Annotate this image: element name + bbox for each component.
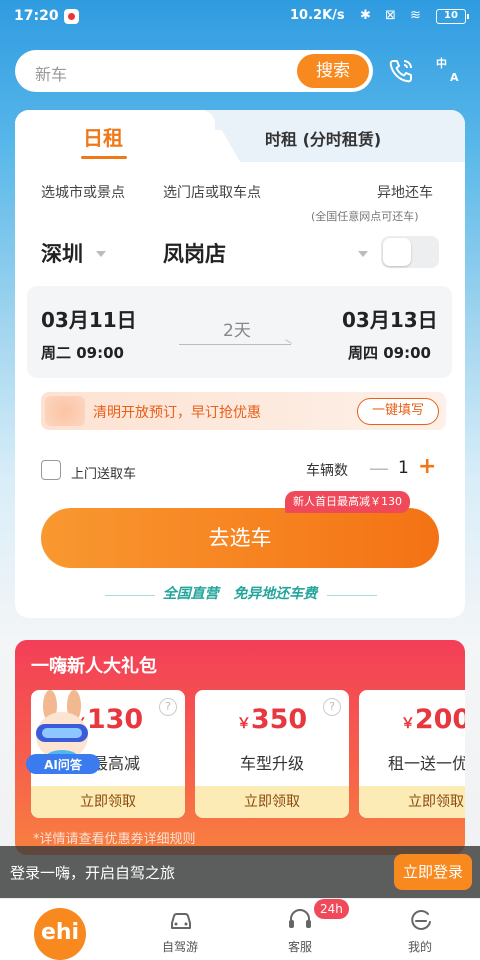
slogan-direct: 全国直营 — [162, 586, 219, 602]
notification-app-icon — [64, 9, 79, 24]
store-dropdown-icon[interactable] — [358, 251, 368, 257]
network-speed: 10.2K/s — [290, 8, 345, 23]
coupon-amount: ￥350 — [236, 704, 308, 735]
decrease-count-button[interactable]: — — [369, 456, 389, 480]
tab-daily-rent[interactable]: 日租 — [15, 110, 215, 162]
phone-icon[interactable] — [386, 56, 416, 86]
wifi-icon: ≋ — [410, 8, 421, 23]
slogan-divider — [327, 595, 377, 596]
increase-count-button[interactable]: + — [418, 454, 436, 479]
select-car-button[interactable]: 去选车 — [41, 508, 439, 568]
nav-item-profile[interactable]: 我的 — [360, 899, 480, 960]
battery-icon: 10 — [436, 9, 469, 24]
coupon-amount: ￥200 — [400, 704, 465, 735]
city-selector[interactable]: 深圳 — [41, 238, 83, 268]
newbie-discount-tag: 新人首日最高减￥130 — [285, 491, 410, 513]
car-count-value: 1 — [398, 458, 409, 478]
return-time[interactable]: 周四 09:00 — [348, 342, 431, 363]
gift-pack-title: 一嗨新人大礼包 — [31, 656, 157, 677]
service-slogan: 全国直营 免异地还车费 — [15, 583, 465, 603]
bluetooth-icon: ✱ — [360, 8, 371, 23]
toggle-knob — [383, 238, 411, 266]
pickup-date[interactable]: 03月11日 — [41, 304, 137, 333]
status-bar: 17:20 10.2K/s ✱ ⊠ ≋ 10 — [0, 0, 480, 34]
login-button[interactable]: 立即登录 — [394, 854, 472, 890]
login-banner: 登录一嗨，开启自驾之旅 立即登录 — [0, 846, 480, 898]
car-count-label: 车辆数 — [306, 463, 348, 479]
coupon-rules-note[interactable]: *详情请查看优惠券详细规则 — [33, 828, 196, 847]
service-24h-badge: 24h — [314, 899, 349, 919]
return-date[interactable]: 03月13日 — [342, 304, 438, 333]
nav-item-self-drive[interactable]: 自驾游 — [120, 899, 240, 960]
rental-date-selector[interactable]: 03月11日 周二 09:00 2天 03月13日 周四 09:00 — [27, 286, 452, 378]
ai-assistant-label: AI问答 — [44, 757, 83, 772]
search-input[interactable]: 新车 — [35, 61, 67, 85]
coupon-desc: 车型升级 — [239, 754, 304, 773]
tab-daily-label: 日租 — [83, 126, 123, 150]
city-dropdown-icon[interactable] — [96, 251, 106, 257]
claim-coupon-button[interactable]: 立即领取 — [359, 786, 465, 818]
car-icon — [171, 913, 191, 929]
nav-label: 自驾游 — [161, 940, 198, 954]
slogan-free-return: 免异地还车费 — [233, 586, 318, 602]
return-elsewhere-note: (全国任意网点可还车) — [311, 210, 419, 223]
profile-icon — [411, 909, 431, 930]
search-button[interactable]: 搜索 — [297, 54, 369, 88]
claim-coupon-button[interactable]: 立即领取 — [31, 786, 185, 818]
claim-coupon-button[interactable]: 立即领取 — [195, 786, 349, 818]
no-sim-icon: ⊠ — [385, 8, 396, 23]
duration-arrow-icon — [179, 344, 291, 345]
city-label: 选城市或景点 — [41, 185, 125, 201]
coupon-card[interactable]: ? ￥350 车型升级 立即领取 — [195, 690, 349, 818]
nav-label: 客服 — [287, 940, 312, 954]
home-logo-button[interactable]: ehi — [34, 908, 86, 960]
gift-icon — [45, 396, 85, 426]
rental-duration: 2天 — [223, 321, 251, 341]
login-prompt-text: 登录一嗨，开启自驾之旅 — [10, 864, 176, 882]
tab-hourly-rent[interactable]: 时租 (分时租赁) — [265, 126, 381, 150]
search-bar[interactable]: 新车 搜索 — [15, 50, 373, 92]
headset-icon — [289, 909, 311, 928]
status-time: 17:20 — [14, 8, 59, 24]
door-service-checkbox[interactable] — [41, 460, 61, 480]
store-selector[interactable]: 凤岗店 — [163, 238, 226, 268]
coupon-desc: 租一送一优惠 — [387, 754, 465, 773]
promo-text: 清明开放预订，早订抢优惠 — [93, 405, 261, 421]
return-elsewhere-label: 异地还车 — [377, 185, 433, 201]
store-label: 选门店或取车点 — [163, 185, 261, 201]
booking-card: 日租 时租 (分时租赁) 选城市或景点 选门店或取车点 异地还车 (全国任意网点… — [15, 110, 465, 618]
coupon-card[interactable]: ￥200 租一送一优惠 立即领取 — [359, 690, 465, 818]
tab-active-indicator — [81, 156, 127, 159]
one-click-fill-button[interactable]: 一键填写 — [357, 398, 439, 425]
nav-label: 我的 — [407, 940, 432, 954]
ai-assistant-mascot-icon[interactable]: AI问答 — [20, 690, 106, 778]
pickup-time[interactable]: 周二 09:00 — [41, 342, 124, 363]
return-elsewhere-toggle[interactable] — [381, 236, 439, 268]
promo-banner[interactable]: 清明开放预订，早订抢优惠 一键填写 — [41, 392, 446, 430]
language-switch-icon[interactable]: 中 A — [434, 56, 464, 86]
door-service-label[interactable]: 上门送取车 — [71, 463, 136, 482]
